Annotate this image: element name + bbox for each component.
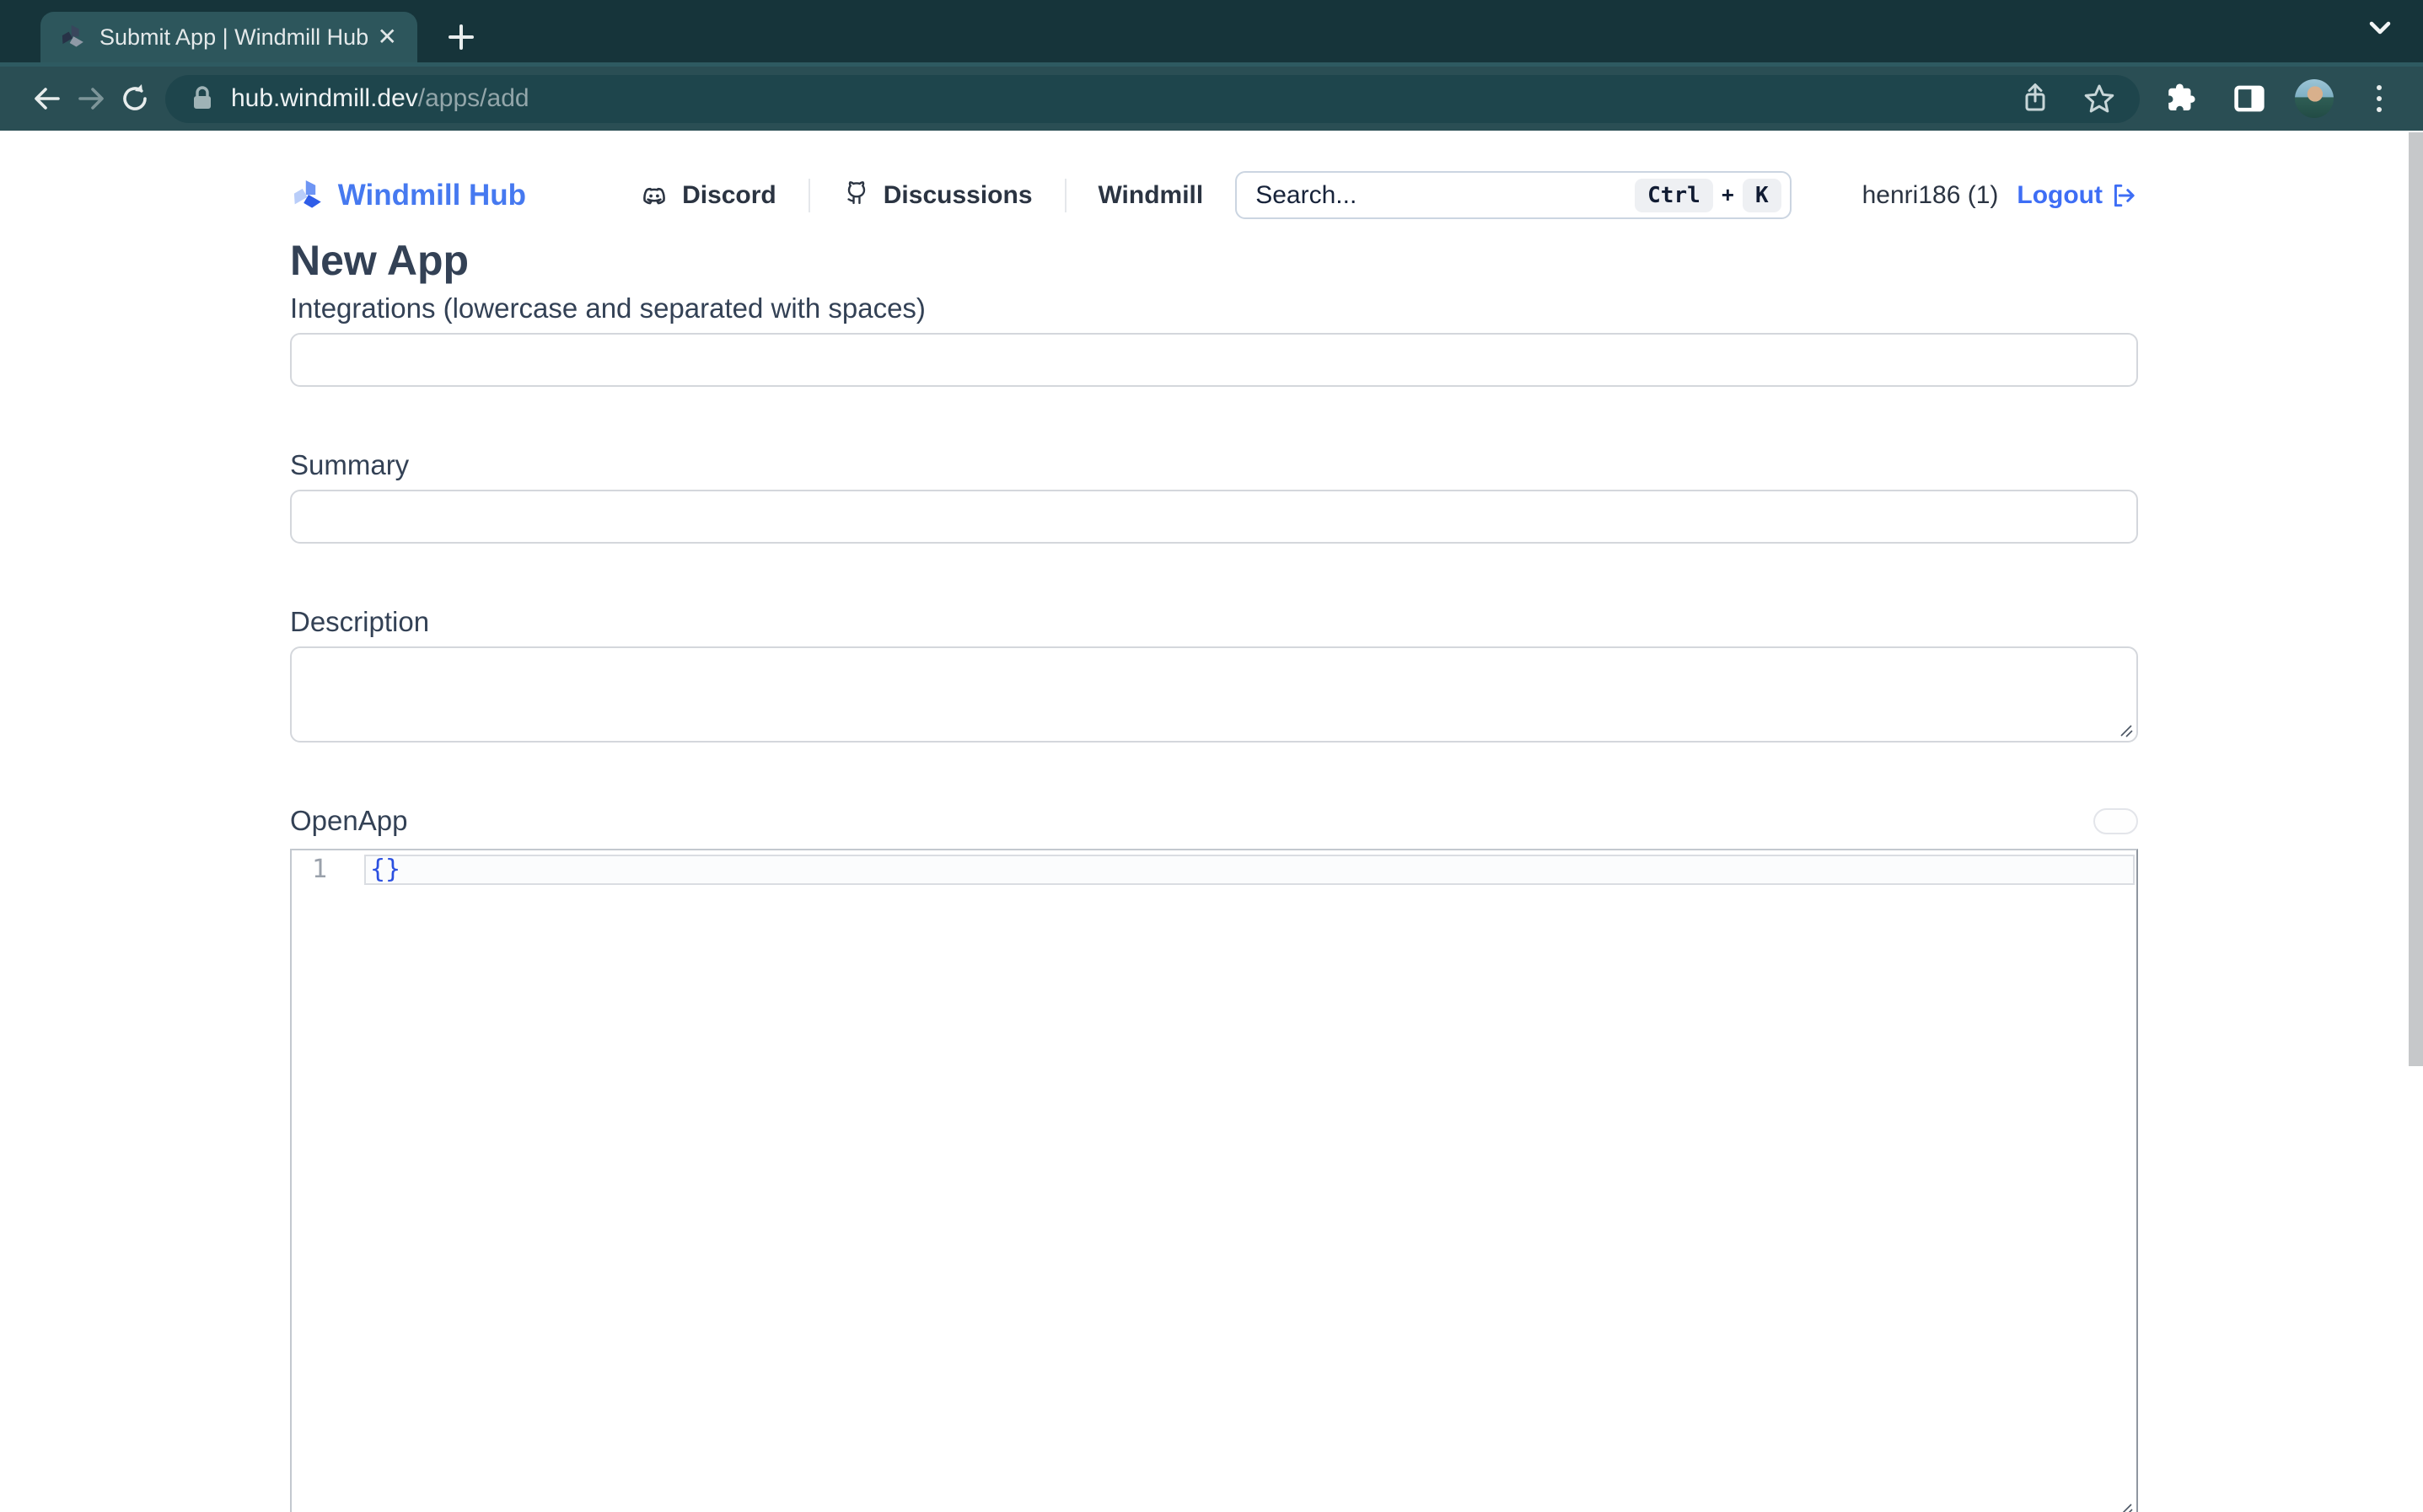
openapp-label: OpenApp — [290, 804, 407, 838]
tab-close-icon[interactable]: ✕ — [373, 22, 402, 52]
browser-tab[interactable]: Submit App | Windmill Hub ✕ — [40, 12, 417, 62]
extensions-button[interactable] — [2160, 77, 2204, 121]
resize-handle-icon[interactable] — [2119, 1503, 2133, 1512]
discord-icon — [639, 180, 669, 211]
kbd-k: K — [1743, 179, 1781, 212]
forward-button[interactable] — [69, 77, 113, 121]
tab-title: Submit App | Windmill Hub — [99, 24, 373, 51]
integrations-label: Integrations (lowercase and separated wi… — [290, 292, 2138, 325]
reload-button[interactable] — [113, 77, 157, 121]
page-scrollbar-thumb[interactable] — [2409, 132, 2423, 1066]
openapp-code-editor[interactable]: 1 {} — [290, 849, 2138, 1512]
nav-item-windmill[interactable]: Windmill — [1065, 179, 1236, 212]
description-textarea[interactable] — [290, 646, 2138, 743]
content-container: Windmill Hub Discord — [290, 171, 2138, 1512]
openapp-header-row: OpenApp — [290, 804, 2138, 838]
resize-handle-icon[interactable] — [2119, 724, 2133, 737]
windmill-logo-icon — [290, 176, 325, 215]
summary-label: Summary — [290, 448, 2138, 482]
profile-avatar[interactable] — [2295, 79, 2334, 118]
line-number: 1 — [312, 855, 327, 884]
summary-field: Summary — [290, 448, 2138, 544]
new-tab-button[interactable] — [438, 13, 485, 61]
site-title[interactable]: Windmill Hub — [338, 179, 526, 212]
main-nav: Discord Discussions Windmill — [607, 171, 1235, 219]
plus-icon — [447, 23, 475, 51]
side-panel-icon — [2232, 81, 2267, 116]
logout-link[interactable]: Logout — [2017, 181, 2138, 210]
description-field: Description — [290, 605, 2138, 743]
logout-label: Logout — [2017, 181, 2103, 210]
side-panel-button[interactable] — [2227, 77, 2271, 121]
page-title: New App — [290, 236, 2138, 285]
page-viewport: Windmill Hub Discord — [0, 131, 2423, 1512]
puzzle-icon — [2164, 81, 2200, 116]
back-arrow-icon — [31, 83, 63, 114]
tab-search-button[interactable] — [2367, 19, 2393, 41]
browser-window: Submit App | Windmill Hub ✕ — [0, 0, 2423, 1512]
nav-item-discussions[interactable]: Discussions — [809, 179, 1065, 212]
integrations-field: Integrations (lowercase and separated wi… — [290, 292, 2138, 387]
url-path: /apps/add — [418, 84, 529, 112]
editor-code: {} — [370, 855, 400, 885]
editor-gutter: 1 — [292, 855, 364, 885]
windmill-favicon-icon — [59, 24, 86, 51]
browser-toolbar: hub.windmill.dev/apps/add — [0, 62, 2423, 131]
address-bar[interactable]: hub.windmill.dev/apps/add — [165, 75, 2140, 123]
menu-dot-icon — [2377, 85, 2382, 90]
chevron-down-icon — [2367, 19, 2393, 37]
reload-icon — [119, 83, 151, 115]
bookmark-button[interactable] — [2082, 83, 2116, 115]
menu-dot-icon — [2377, 107, 2382, 112]
toolbar-right-group — [2155, 77, 2401, 121]
back-button[interactable] — [25, 77, 69, 121]
url-text: hub.windmill.dev/apps/add — [231, 84, 529, 113]
integrations-input[interactable] — [290, 333, 2138, 387]
openapp-toggle[interactable] — [2093, 808, 2138, 834]
tab-bar: Submit App | Windmill Hub ✕ — [0, 0, 2423, 62]
username: henri186 (1) — [1862, 181, 1999, 210]
nav-label: Windmill — [1099, 181, 1204, 210]
lock-icon[interactable] — [189, 84, 216, 113]
url-host: hub.windmill.dev — [231, 84, 418, 112]
share-button[interactable] — [2020, 83, 2050, 115]
kbd-ctrl: Ctrl — [1635, 179, 1713, 212]
summary-input[interactable] — [290, 490, 2138, 544]
github-octocat-icon — [842, 180, 871, 211]
description-textarea-wrap — [290, 646, 2138, 743]
search-input[interactable] — [1255, 181, 1635, 210]
menu-dot-icon — [2377, 96, 2382, 101]
user-block: henri186 (1) Logout — [1862, 181, 2138, 210]
nav-label: Discord — [682, 181, 776, 210]
nav-label: Discussions — [884, 181, 1033, 210]
site-header: Windmill Hub Discord — [290, 171, 2138, 219]
chrome-menu-button[interactable] — [2357, 77, 2401, 121]
search-box[interactable]: Ctrl + K — [1235, 171, 1791, 219]
nav-item-discord[interactable]: Discord — [607, 179, 809, 212]
forward-arrow-icon — [75, 83, 107, 114]
editor-active-line[interactable]: {} — [364, 855, 2135, 885]
kbd-plus: + — [1722, 182, 1734, 208]
description-label: Description — [290, 605, 2138, 639]
logout-icon — [2109, 181, 2138, 210]
star-icon — [2082, 83, 2116, 115]
share-icon — [2020, 83, 2050, 115]
